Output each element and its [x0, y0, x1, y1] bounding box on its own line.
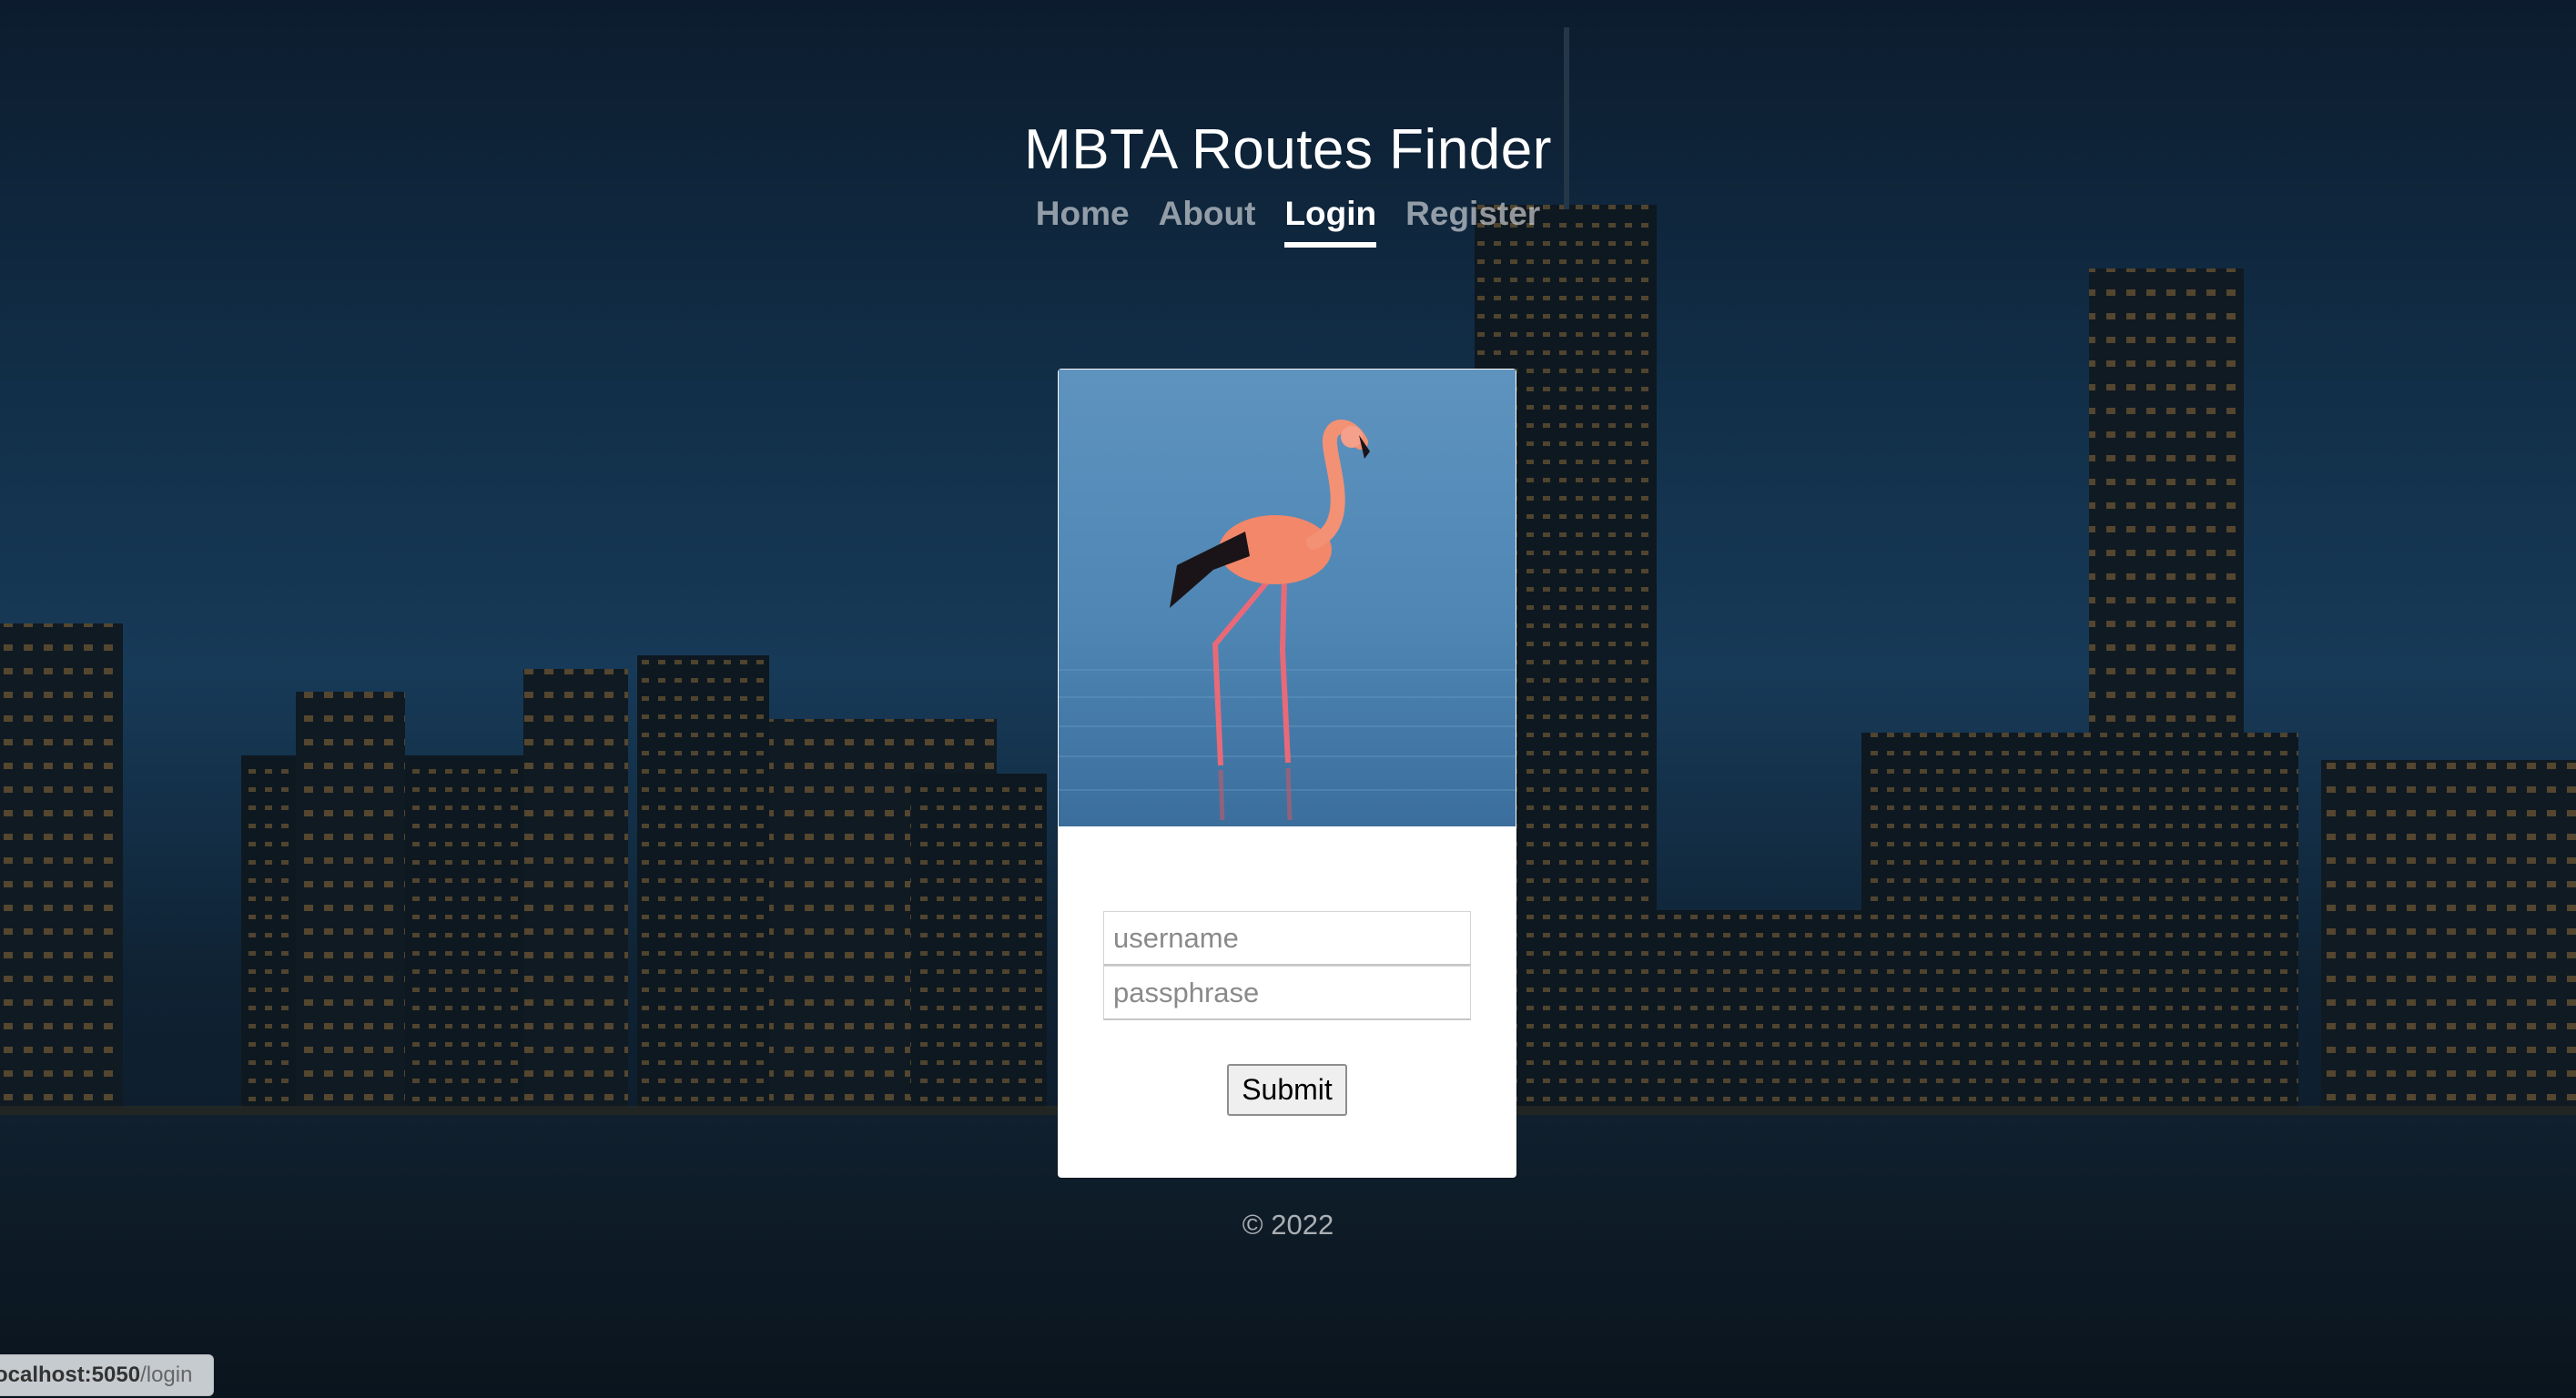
nav-link-register[interactable]: Register: [1405, 195, 1540, 248]
submit-button[interactable]: Submit: [1227, 1064, 1347, 1116]
status-url-path: /login: [140, 1363, 193, 1387]
flamingo-image: [1059, 370, 1516, 826]
username-input[interactable]: [1103, 911, 1471, 966]
login-card: Submit: [1058, 369, 1516, 1178]
login-form: Submit: [1103, 911, 1471, 1116]
page-header: MBTA Routes Finder Home About Login Regi…: [0, 109, 2576, 248]
browser-status-bar: ocalhost:5050/login: [0, 1354, 214, 1396]
status-url-host: ocalhost:5050: [0, 1363, 141, 1387]
copyright-footer: © 2022: [1242, 1209, 1334, 1241]
nav-link-about[interactable]: About: [1159, 195, 1256, 248]
site-title: MBTA Routes Finder: [1024, 118, 1552, 181]
nav-link-login[interactable]: Login: [1284, 195, 1377, 248]
nav-link-home[interactable]: Home: [1036, 195, 1130, 248]
main-nav: Home About Login Register: [0, 195, 2576, 248]
passphrase-input[interactable]: [1103, 966, 1471, 1020]
